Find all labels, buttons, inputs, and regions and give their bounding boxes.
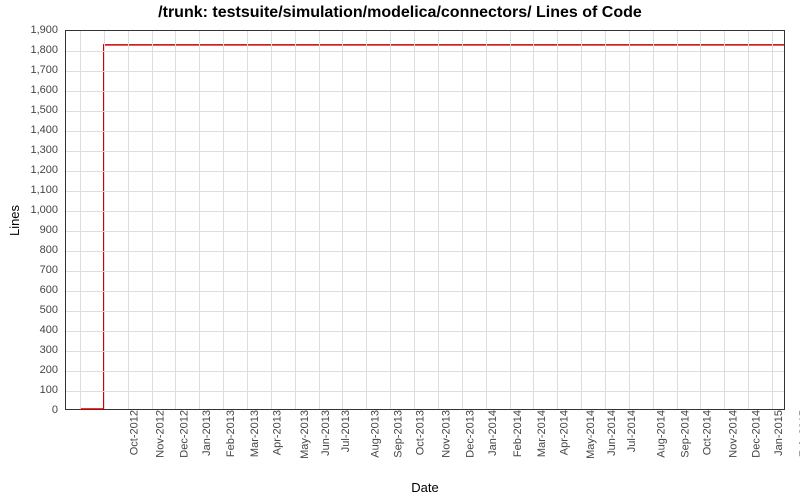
chart-title: /trunk: testsuite/simulation/modelica/co… bbox=[0, 4, 800, 22]
x-tick-label: Nov-2013 bbox=[441, 410, 453, 458]
x-tick-label: Nov-2012 bbox=[155, 410, 167, 458]
v-gridline bbox=[772, 31, 773, 409]
v-gridline bbox=[438, 31, 439, 409]
x-tick-label: Dec-2012 bbox=[178, 410, 190, 458]
x-tick-label: Sep-2013 bbox=[393, 410, 405, 458]
x-tick-label: Jan-2015 bbox=[773, 410, 785, 456]
y-tick-label: 1,100 bbox=[30, 184, 58, 196]
y-axis: 01002003004005006007008009001,0001,1001,… bbox=[0, 30, 62, 410]
y-tick-label: 100 bbox=[40, 384, 58, 396]
y-tick-label: 1,400 bbox=[30, 124, 58, 136]
v-gridline bbox=[223, 31, 224, 409]
v-gridline bbox=[581, 31, 582, 409]
v-gridline bbox=[319, 31, 320, 409]
v-gridline bbox=[247, 31, 248, 409]
x-tick-label: Jun-2014 bbox=[606, 410, 618, 456]
x-tick-label: Dec-2014 bbox=[751, 410, 763, 458]
v-gridline bbox=[700, 31, 701, 409]
x-tick-label: Mar-2013 bbox=[249, 410, 261, 457]
y-tick-label: 1,700 bbox=[30, 64, 58, 76]
v-gridline bbox=[80, 31, 81, 409]
plot-area bbox=[65, 30, 785, 410]
y-tick-label: 1,600 bbox=[30, 84, 58, 96]
y-tick-label: 900 bbox=[40, 224, 58, 236]
x-tick-label: Sep-2014 bbox=[680, 410, 692, 458]
v-gridline bbox=[104, 31, 105, 409]
v-gridline bbox=[271, 31, 272, 409]
v-gridline bbox=[629, 31, 630, 409]
y-tick-label: 500 bbox=[40, 304, 58, 316]
v-gridline bbox=[295, 31, 296, 409]
x-tick-label: Feb-2014 bbox=[512, 410, 524, 457]
v-gridline bbox=[557, 31, 558, 409]
y-tick-label: 600 bbox=[40, 284, 58, 296]
x-tick-label: Jan-2013 bbox=[200, 410, 212, 456]
x-tick-label: Apr-2013 bbox=[271, 410, 283, 455]
y-tick-label: 1,200 bbox=[30, 164, 58, 176]
y-tick-label: 1,900 bbox=[30, 24, 58, 36]
chart-container: /trunk: testsuite/simulation/modelica/co… bbox=[0, 0, 800, 500]
x-tick-label: Aug-2013 bbox=[369, 410, 381, 458]
y-tick-label: 1,800 bbox=[30, 44, 58, 56]
v-gridline bbox=[724, 31, 725, 409]
x-tick-label: Jun-2013 bbox=[320, 410, 332, 456]
y-tick-label: 700 bbox=[40, 264, 58, 276]
v-gridline bbox=[199, 31, 200, 409]
x-tick-label: Feb-2013 bbox=[226, 410, 238, 457]
y-tick-label: 1,000 bbox=[30, 204, 58, 216]
v-gridline bbox=[390, 31, 391, 409]
v-gridline bbox=[462, 31, 463, 409]
y-tick-label: 300 bbox=[40, 344, 58, 356]
x-tick-label: Jul-2013 bbox=[340, 410, 352, 452]
v-gridline bbox=[605, 31, 606, 409]
v-gridline bbox=[677, 31, 678, 409]
v-gridline bbox=[510, 31, 511, 409]
x-tick-label: Dec-2013 bbox=[465, 410, 477, 458]
x-tick-label: Apr-2014 bbox=[558, 410, 570, 455]
x-tick-label: Jul-2014 bbox=[626, 410, 638, 452]
v-gridline bbox=[653, 31, 654, 409]
x-tick-label: May-2014 bbox=[585, 410, 597, 459]
series-line bbox=[80, 45, 784, 409]
x-tick-label: Jan-2014 bbox=[487, 410, 499, 456]
x-tick-label: Oct-2014 bbox=[701, 410, 713, 455]
y-tick-label: 0 bbox=[52, 404, 58, 416]
v-gridline bbox=[748, 31, 749, 409]
x-tick-label: Aug-2014 bbox=[656, 410, 668, 458]
v-gridline bbox=[152, 31, 153, 409]
v-gridline bbox=[366, 31, 367, 409]
x-tick-label: Nov-2014 bbox=[727, 410, 739, 458]
y-tick-label: 1,300 bbox=[30, 144, 58, 156]
v-gridline bbox=[486, 31, 487, 409]
v-gridline bbox=[175, 31, 176, 409]
v-gridline bbox=[533, 31, 534, 409]
x-tick-label: May-2013 bbox=[299, 410, 311, 459]
x-tick-label: Mar-2014 bbox=[536, 410, 548, 457]
y-tick-label: 400 bbox=[40, 324, 58, 336]
y-tick-label: 800 bbox=[40, 244, 58, 256]
x-tick-label: Oct-2012 bbox=[128, 410, 140, 455]
y-tick-label: 1,500 bbox=[30, 104, 58, 116]
x-tick-label: Oct-2013 bbox=[415, 410, 427, 455]
x-axis-label: Date bbox=[65, 480, 785, 495]
x-axis: Oct-2012 Nov-2012 Dec-2012 Jan-2013 Feb-2013… bbox=[65, 410, 785, 480]
v-gridline bbox=[342, 31, 343, 409]
y-tick-label: 200 bbox=[40, 364, 58, 376]
v-gridline bbox=[414, 31, 415, 409]
v-gridline bbox=[128, 31, 129, 409]
